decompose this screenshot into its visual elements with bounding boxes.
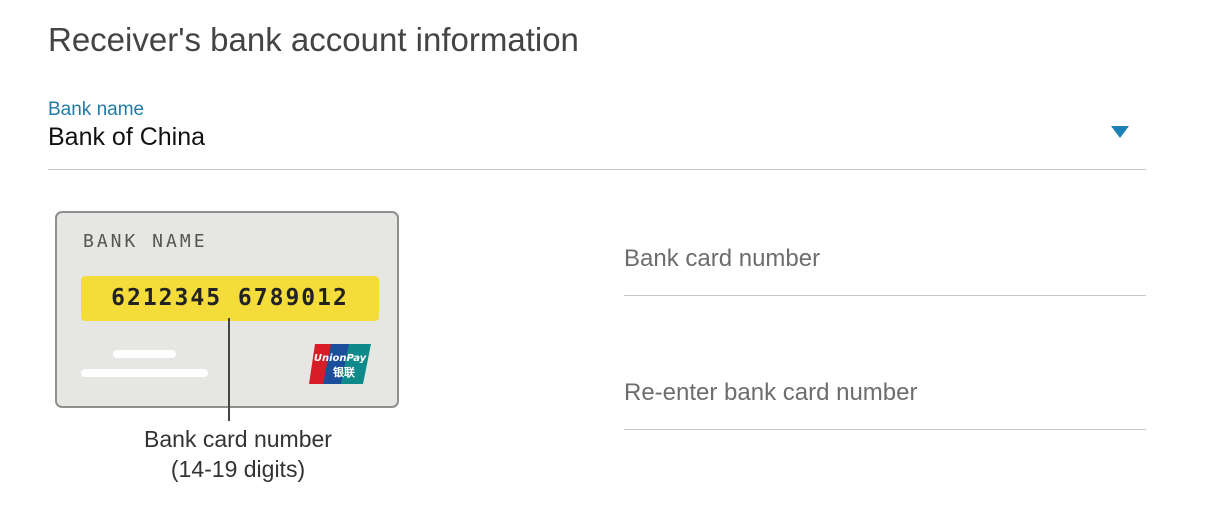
bank-card-illustration: BANK NAME 6212345 6789012 UnionPay 银联 [55, 211, 399, 408]
reenter-card-number-field[interactable] [624, 363, 1146, 430]
card-number-band: 6212345 6789012 [81, 276, 379, 321]
page-title: Receiver's bank account information [48, 21, 579, 58]
card-number-pointer-line [228, 318, 230, 421]
bank-name-label: Bank name [48, 99, 145, 120]
unionpay-logo-text: UnionPay [314, 353, 367, 364]
card-caption-line1: Bank card number [144, 426, 332, 452]
bank-card-number-input[interactable] [624, 229, 1146, 289]
bank-card-number-field[interactable] [624, 229, 1146, 296]
card-placeholder-bar-short [113, 350, 176, 358]
card-example-number: 6212345 6789012 [111, 285, 349, 311]
card-bank-name: BANK NAME [83, 231, 208, 252]
bank-name-select[interactable]: Bank name Bank of China [48, 96, 1146, 170]
reenter-card-number-input[interactable] [624, 363, 1146, 423]
card-caption-line2: (14-19 digits) [170, 456, 306, 482]
card-number-caption: Bank card number (14-19 digits) [110, 424, 366, 484]
card-placeholder-bar-long [81, 369, 208, 377]
bank-name-value: Bank of China [48, 123, 206, 151]
unionpay-logo-cn-text: 银联 [333, 365, 355, 379]
triangle-down-icon[interactable] [1111, 126, 1129, 138]
unionpay-logo: UnionPay 银联 [309, 344, 371, 384]
